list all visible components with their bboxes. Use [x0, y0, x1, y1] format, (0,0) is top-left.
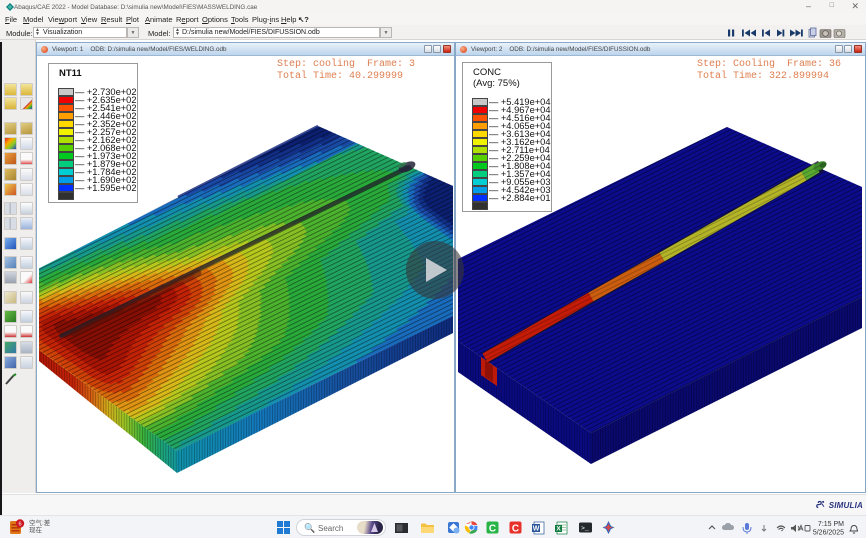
svg-text:7:15 PM: 7:15 PM: [818, 521, 844, 528]
svg-text:>_: >_: [581, 525, 589, 532]
svg-text:X: X: [556, 526, 561, 533]
svg-text:C: C: [489, 524, 496, 535]
svg-text:C: C: [512, 524, 519, 535]
svg-text:6: 6: [18, 522, 21, 528]
svg-text:W: W: [533, 526, 540, 533]
svg-text:5/26/2025: 5/26/2025: [813, 530, 844, 537]
